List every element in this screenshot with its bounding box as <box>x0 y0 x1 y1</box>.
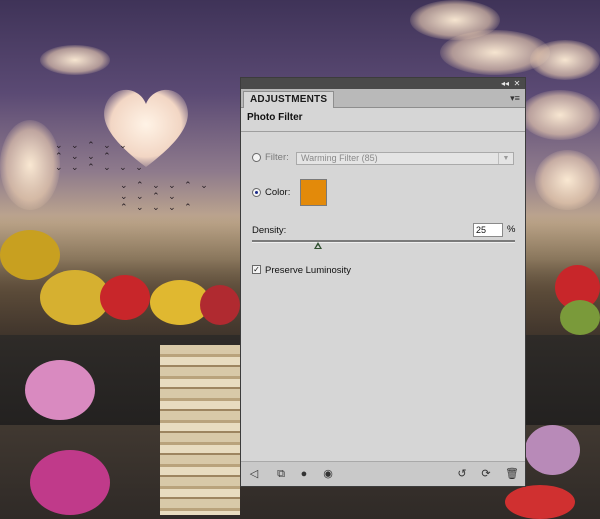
eye-icon[interactable]: ◉ <box>321 467 335 481</box>
close-icon[interactable]: ✕ <box>511 78 523 89</box>
filter-label: Filter: <box>265 152 289 163</box>
trash-icon[interactable]: 🗑 <box>505 467 519 481</box>
color-label: Color: <box>265 187 291 198</box>
section-title: Photo Filter <box>247 112 303 123</box>
preserve-luminosity-label: Preserve Luminosity <box>265 265 352 276</box>
filter-radio[interactable] <box>252 153 261 162</box>
reset-default-icon[interactable]: ⟳ <box>479 467 493 481</box>
preserve-luminosity-checkbox[interactable]: ✓ <box>252 265 261 274</box>
reset-icon[interactable]: ↺ <box>455 467 469 481</box>
panel-menu-icon[interactable]: ▾≡ <box>509 92 521 104</box>
adjustments-panel: ◂◂ ✕ ADJUSTMENTS ▾≡ Photo Filter Filter:… <box>240 77 526 487</box>
back-arrow-icon[interactable]: ◁ <box>247 467 261 481</box>
collapse-icon[interactable]: ◂◂ <box>499 78 511 89</box>
color-swatch[interactable] <box>300 179 327 206</box>
density-label: Density: <box>252 225 287 236</box>
density-slider-track[interactable] <box>252 240 515 243</box>
panel-bottom-toolbar: ◁ ⧉ ● ◉ ↺ ⟳ 🗑 <box>241 461 525 486</box>
filter-select-value: Warming Filter (85) <box>301 153 378 163</box>
filter-select[interactable]: Warming Filter (85) ▼ <box>296 152 514 165</box>
panel-titlebar: ◂◂ ✕ <box>241 78 525 89</box>
density-input[interactable]: 25 <box>473 223 503 237</box>
mask-icon[interactable]: ● <box>297 467 311 481</box>
chevron-down-icon[interactable]: ▼ <box>498 153 513 164</box>
color-radio[interactable] <box>252 188 261 197</box>
divider <box>241 131 525 132</box>
panel-tab-row: ADJUSTMENTS ▾≡ <box>241 89 525 108</box>
density-unit: % <box>507 224 516 235</box>
clip-to-layer-icon[interactable]: ⧉ <box>274 467 288 481</box>
tab-adjustments[interactable]: ADJUSTMENTS <box>243 91 335 108</box>
